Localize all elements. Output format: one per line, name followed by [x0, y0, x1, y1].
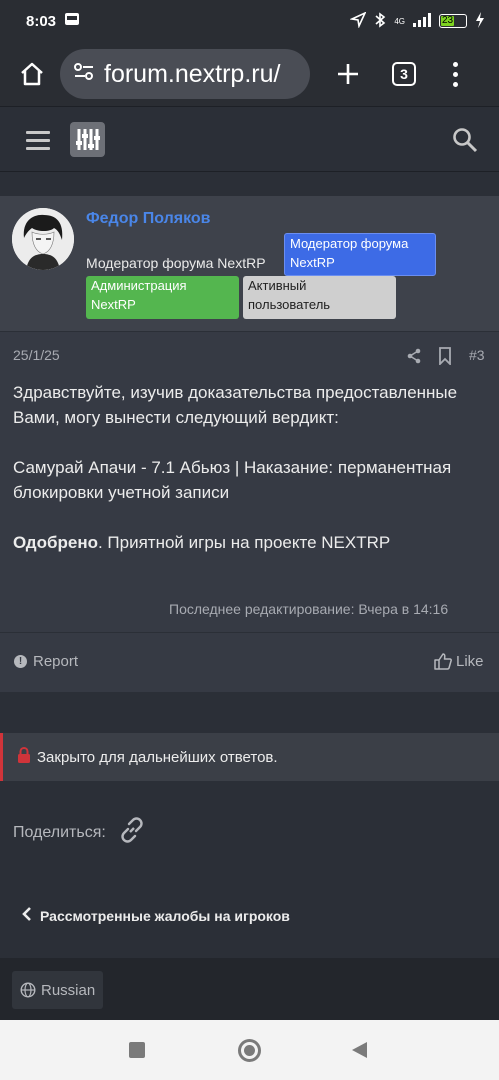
- url-text[interactable]: forum.nextrp.ru/: [104, 60, 280, 89]
- post-body: Здравствуйте, изучив доказательства пред…: [13, 380, 487, 580]
- thumbs-up-icon: [434, 653, 452, 670]
- language-selector[interactable]: Russian: [12, 971, 104, 1009]
- location-icon: [349, 10, 367, 31]
- recent-apps-icon[interactable]: [129, 1042, 145, 1058]
- closed-notice-text: Закрыто для дальнейших ответов.: [37, 748, 278, 766]
- site-header: [0, 106, 499, 172]
- active-user-badge: Активный пользователь: [243, 276, 396, 319]
- site-settings-icon[interactable]: [74, 62, 94, 86]
- share-row: Поделиться:: [13, 816, 146, 849]
- search-icon[interactable]: [452, 127, 478, 153]
- like-button[interactable]: Like: [434, 653, 484, 670]
- address-bar[interactable]: forum.nextrp.ru/: [60, 49, 310, 99]
- chevron-left-icon: [22, 906, 32, 925]
- status-bar: 8:03 4G 23: [0, 0, 499, 42]
- avatar[interactable]: [12, 208, 74, 270]
- user-title: Модератор форума NextRP: [86, 255, 266, 271]
- lock-icon: [17, 746, 31, 767]
- author-name[interactable]: Федор Поляков: [86, 210, 210, 228]
- breadcrumb-label[interactable]: Рассмотренные жалобы на игроков: [40, 908, 290, 924]
- verdict-line: Одобрено. Приятной игры на проекте NEXTR…: [13, 530, 487, 555]
- car-mode-icon: [64, 11, 80, 31]
- verdict-status: Одобрено: [13, 533, 98, 552]
- hamburger-menu-icon[interactable]: [26, 131, 50, 155]
- tab-switcher-button[interactable]: 3: [392, 62, 416, 86]
- link-icon[interactable]: [118, 816, 146, 849]
- post-number[interactable]: #3: [469, 347, 485, 363]
- post-paragraph: Самурай Апачи - 7.1 Абьюз | Наказание: п…: [13, 458, 452, 502]
- globe-icon: [20, 982, 36, 998]
- share-icon[interactable]: [406, 348, 422, 364]
- status-time: 8:03: [26, 12, 57, 30]
- system-nav-bar: [0, 1020, 499, 1080]
- report-button[interactable]: ! Report: [14, 653, 78, 670]
- bookmark-icon[interactable]: [438, 347, 452, 367]
- post-meta: 25/1/25 #3: [0, 344, 499, 368]
- report-icon: !: [14, 655, 27, 668]
- bluetooth-icon: [374, 11, 386, 31]
- thread-closed-notice: Закрыто для дальнейших ответов.: [0, 733, 499, 781]
- forum-post: Федор Поляков Модератор форума NextRP Мо…: [0, 196, 499, 692]
- battery-icon: 23: [439, 14, 467, 28]
- signal-icon: [413, 12, 431, 30]
- battery-level: 23: [442, 15, 454, 26]
- network-type-label: 4G: [394, 16, 405, 26]
- share-label: Поделиться:: [13, 823, 106, 841]
- charging-icon: [475, 11, 485, 31]
- browser-menu-icon[interactable]: [450, 61, 460, 87]
- language-label[interactable]: Russian: [41, 982, 95, 999]
- like-label: Like: [456, 653, 484, 670]
- post-date[interactable]: 25/1/25: [13, 347, 60, 363]
- moderator-badge: Модератор форума NextRP: [284, 233, 436, 276]
- forum-logo-icon[interactable]: [70, 122, 105, 157]
- back-nav-icon[interactable]: [352, 1042, 367, 1058]
- breadcrumb[interactable]: Рассмотренные жалобы на игроков: [22, 906, 290, 925]
- post-author-block: Федор Поляков Модератор форума NextRP Мо…: [0, 196, 499, 332]
- home-icon: [21, 62, 43, 86]
- home-button[interactable]: [12, 54, 52, 94]
- verdict-text: . Приятной игры на проекте NEXTRP: [97, 533, 391, 552]
- post-actions: ! Report Like: [0, 632, 499, 692]
- report-label: Report: [33, 653, 79, 670]
- plus-icon: [338, 64, 358, 84]
- admin-badge: Администрация NextRP: [86, 276, 239, 319]
- browser-toolbar: forum.nextrp.ru/ 3: [0, 42, 499, 106]
- site-footer: Russian: [0, 958, 499, 1020]
- home-nav-icon[interactable]: [238, 1039, 261, 1062]
- new-tab-button[interactable]: [330, 54, 366, 94]
- last-edit-note: Последнее редактирование: Вчера в 14:16: [169, 601, 449, 617]
- post-paragraph: Здравствуйте, изучив доказательства пред…: [13, 383, 458, 427]
